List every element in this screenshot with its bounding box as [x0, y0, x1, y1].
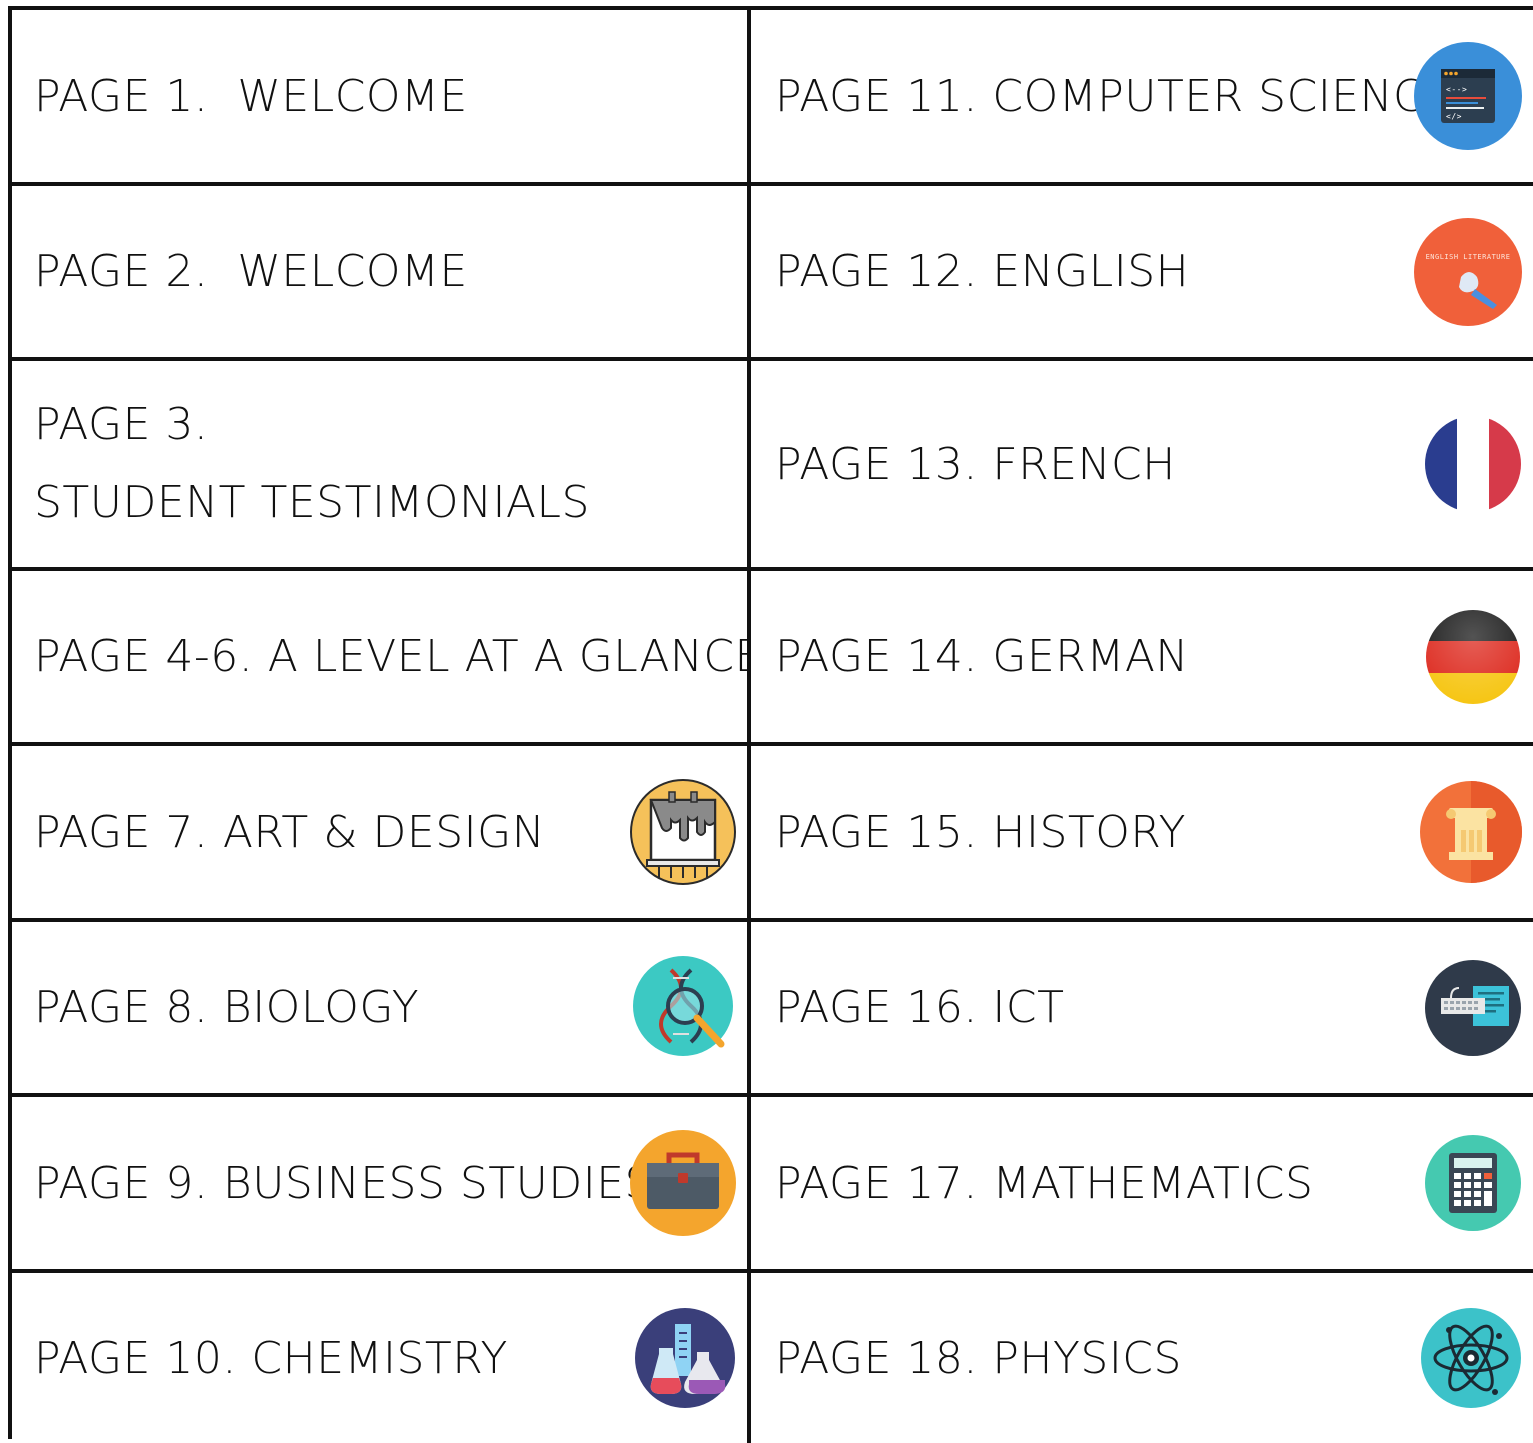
english-literature-icon: ENGLISH LITERATURE: [1413, 186, 1523, 357]
briefcase-icon: [629, 1097, 737, 1269]
chemistry-flasks-icon: [633, 1273, 737, 1443]
toc-item-page-9[interactable]: PAGE 9. BUSINESS STUDIES: [12, 1097, 751, 1273]
keyboard-screen-icon: [1423, 922, 1523, 1093]
toc-item-page-13[interactable]: PAGE 13. FRENCH: [751, 361, 1533, 571]
toc-label: PAGE 4-6. A LEVEL AT A GLANCE: [34, 631, 751, 682]
toc-label: PAGE 13. FRENCH: [775, 438, 1176, 490]
calculator-icon: [1423, 1097, 1523, 1269]
toc-label: PAGE 7. ART & DESIGN: [34, 806, 546, 858]
toc-item-page-8[interactable]: PAGE 8. BIOLOGY: [12, 922, 751, 1097]
toc-label: PAGE 12. ENGLISH: [775, 246, 1190, 297]
toc-item-page-17[interactable]: PAGE 17. MATHEMATICS: [751, 1097, 1533, 1273]
toc-item-page-18[interactable]: PAGE 18. PHYSICS: [751, 1273, 1533, 1443]
toc-label: PAGE 10. CHEMISTRY: [34, 1332, 508, 1384]
toc-item-page-15[interactable]: PAGE 15. HISTORY: [751, 746, 1533, 922]
atom-icon: [1419, 1273, 1523, 1443]
toc-label: PAGE 9. BUSINESS STUDIES: [34, 1157, 653, 1209]
toc-label: PAGE 18. PHYSICS: [775, 1332, 1182, 1384]
art-easel-icon: [629, 746, 737, 918]
code-window-icon: <--> </>: [1413, 10, 1523, 182]
toc-item-page-11[interactable]: PAGE 11. COMPUTER SCIENCE <--> </>: [751, 10, 1533, 186]
toc-label-line-1: PAGE 3.: [34, 399, 209, 450]
column-icon: [1419, 746, 1523, 918]
svg-text:<-->: <-->: [1446, 85, 1467, 94]
toc-label: PAGE 17. MATHEMATICS: [775, 1157, 1314, 1209]
french-flag-icon: [1423, 361, 1523, 567]
svg-text:</>: </>: [1446, 112, 1462, 121]
toc-label: PAGE 8. BIOLOGY: [34, 982, 420, 1033]
toc-item-page-12[interactable]: PAGE 12. ENGLISH ENGLISH LITERATURE: [751, 186, 1533, 361]
toc-label: PAGE 16. ICT: [775, 982, 1065, 1033]
toc-label: PAGE 1. WELCOME: [34, 70, 468, 122]
icon-caption: ENGLISH LITERATURE: [1426, 253, 1511, 261]
toc-label-line-2: STUDENT TESTIMONIALS: [34, 477, 590, 528]
toc-item-page-7[interactable]: PAGE 7. ART & DESIGN: [12, 746, 751, 922]
toc-label: PAGE 2. WELCOME: [34, 246, 468, 297]
german-flag-icon: [1423, 571, 1523, 742]
contents-table: PAGE 1. WELCOME PAGE 11. COMPUTER SCIENC…: [8, 6, 1533, 1443]
dna-magnifier-icon: [633, 922, 737, 1093]
toc-item-page-3[interactable]: PAGE 3. STUDENT TESTIMONIALS: [12, 361, 751, 571]
toc-item-page-10[interactable]: PAGE 10. CHEMISTRY: [12, 1273, 751, 1443]
toc-item-page-2[interactable]: PAGE 2. WELCOME: [12, 186, 751, 361]
toc-item-page-16[interactable]: PAGE 16. ICT: [751, 922, 1533, 1097]
toc-item-page-4-6[interactable]: PAGE 4-6. A LEVEL AT A GLANCE: [12, 571, 751, 746]
toc-label: PAGE 15. HISTORY: [775, 806, 1187, 858]
toc-item-page-14[interactable]: PAGE 14. GERMAN: [751, 571, 1533, 746]
toc-label: PAGE 11. COMPUTER SCIENCE: [775, 70, 1453, 122]
toc-label: PAGE 14. GERMAN: [775, 631, 1189, 682]
toc-item-page-1[interactable]: PAGE 1. WELCOME: [12, 10, 751, 186]
